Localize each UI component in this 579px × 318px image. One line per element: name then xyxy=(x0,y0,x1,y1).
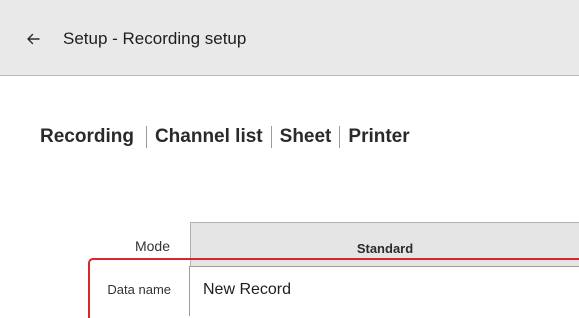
page-title: Setup - Recording setup xyxy=(63,29,247,48)
mode-value: Standard xyxy=(356,240,414,256)
title-bar: Setup - Recording setup xyxy=(0,0,579,76)
setup-tabs: Recording Channel list Sheet Printer xyxy=(40,124,410,150)
tab-channel-list[interactable]: Channel list xyxy=(155,125,263,149)
arrow-left-icon xyxy=(27,33,40,45)
data-name-label: Data name xyxy=(107,282,171,297)
data-name-input[interactable] xyxy=(189,266,579,316)
tab-sheet[interactable]: Sheet xyxy=(280,125,332,149)
mode-label: Mode xyxy=(134,238,170,254)
tab-divider xyxy=(270,126,272,148)
tab-divider xyxy=(339,126,341,148)
tab-printer[interactable]: Printer xyxy=(348,125,409,149)
tab-recording[interactable]: Recording xyxy=(40,125,134,149)
back-button[interactable] xyxy=(26,32,40,46)
tab-divider xyxy=(145,126,147,148)
